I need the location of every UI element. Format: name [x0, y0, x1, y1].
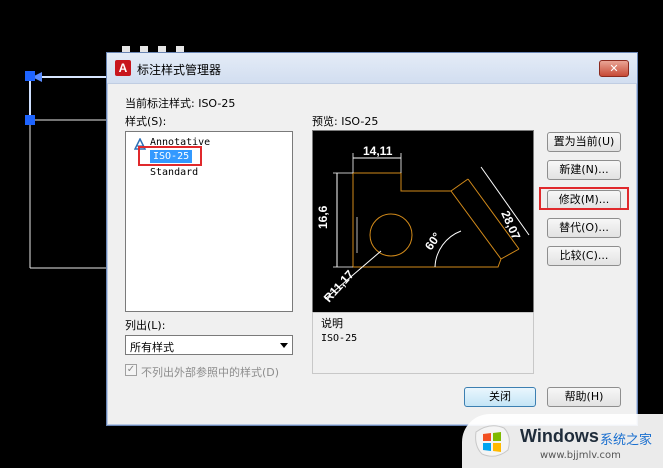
help-button[interactable]: 帮助(H) [547, 387, 621, 407]
dim-left: 16,6 [316, 205, 330, 229]
exclude-xref-label: 不列出外部参照中的样式(D) [141, 366, 280, 379]
styles-label: 样式(S): [125, 115, 167, 128]
windows-logo-icon [475, 425, 510, 457]
close-window-button[interactable]: ✕ [599, 60, 629, 77]
preview-label: 预览: ISO-25 [312, 115, 379, 128]
compare-button[interactable]: 比较(C)... [547, 246, 621, 266]
current-style-label: 当前标注样式: ISO-25 [125, 97, 236, 110]
exclude-xref-checkbox[interactable]: ✓ [125, 364, 137, 376]
dialog-titlebar[interactable]: A 标注样式管理器 ✕ [107, 53, 637, 84]
new-button[interactable]: 新建(N)... [547, 160, 621, 180]
dialog-title: 标注样式管理器 [137, 63, 222, 77]
highlight-iso-25 [138, 146, 202, 166]
watermark-url: www.bjjmlv.com [540, 450, 621, 461]
list-filter-select[interactable]: 所有样式 [125, 335, 293, 355]
autocad-logo-icon: A [115, 60, 131, 76]
preview-panel: 14,11 16,6 28,07 60° R11,17 [312, 130, 534, 313]
dim-top: 14,11 [363, 144, 393, 158]
set-current-button[interactable]: 置为当前(U) [547, 132, 621, 152]
dim-radius: R11,17 [321, 267, 357, 305]
style-item-standard[interactable]: Standard [150, 167, 198, 178]
chevron-down-icon [280, 343, 288, 348]
close-button[interactable]: 关闭 [464, 387, 536, 407]
dimension-style-manager-dialog: A 标注样式管理器 ✕ 当前标注样式: ISO-25 样式(S): 预览: IS… [106, 52, 638, 426]
list-label: 列出(L): [125, 319, 166, 332]
highlight-modify [539, 187, 629, 210]
watermark-subtitle: 系统之家 [600, 433, 653, 448]
grip-bottom [25, 115, 35, 125]
preview-drawing: 14,11 16,6 28,07 60° R11,17 [316, 144, 530, 305]
override-button[interactable]: 替代(O)... [547, 218, 621, 238]
watermark-title: Windows [520, 426, 599, 446]
description-label: 说明 [321, 317, 343, 330]
watermark: Windows 系统之家 www.bjjmlv.com [462, 414, 663, 468]
description-panel: 说明 ISO-25 [312, 312, 534, 374]
grip-top [25, 71, 35, 81]
description-value: ISO-25 [321, 333, 358, 344]
list-filter-value: 所有样式 [130, 341, 174, 354]
dim-angle: 60° [422, 230, 444, 253]
